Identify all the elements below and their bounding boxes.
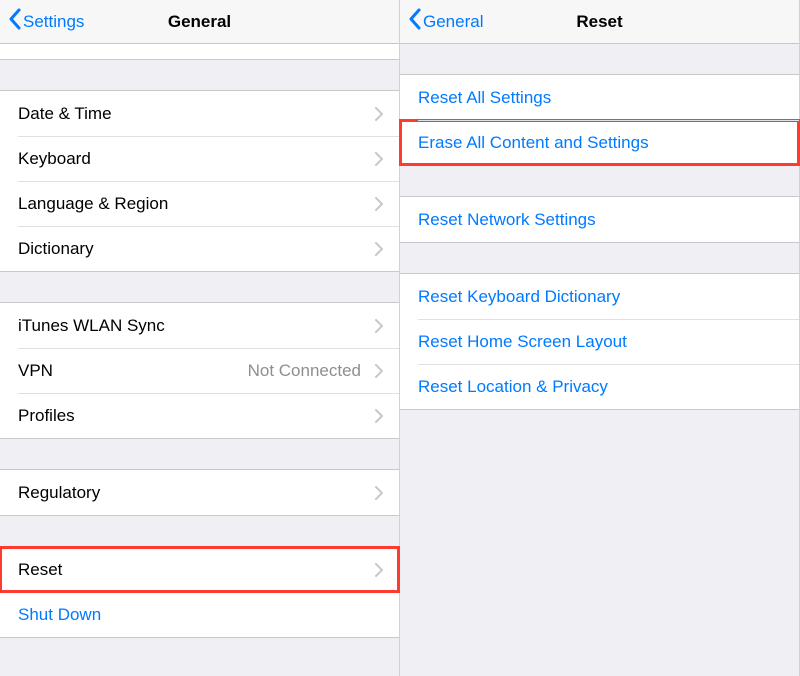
section-gap [400,166,799,196]
cell-shut-down[interactable]: Shut Down [0,592,399,637]
chevron-left-icon [8,8,21,35]
cell-itunes-wlan-sync[interactable]: iTunes WLAN Sync [0,303,399,348]
settings-group: Reset Shut Down [0,546,399,638]
section-gap [0,272,399,302]
general-list: Date & Time Keyboard Language & Region Dict… [0,44,399,638]
settings-group: iTunes WLAN Sync VPNNot Connected Profiles [0,302,399,439]
cell-label: Date & Time [18,104,369,124]
section-gap [400,243,799,273]
general-settings-pane: Settings General Date & Time Keyboard Lang… [0,0,400,676]
cell-label: Profiles [18,406,369,426]
cell-profiles[interactable]: Profiles [0,393,399,438]
cell-label: Reset Location & Privacy [418,377,783,397]
cell-label: Language & Region [18,194,369,214]
chevron-right-icon [375,107,383,121]
cell-label: iTunes WLAN Sync [18,316,369,336]
cell-label: Shut Down [18,605,383,625]
chevron-right-icon [375,364,383,378]
cell-language-region[interactable]: Language & Region [0,181,399,226]
cell-label: Regulatory [18,483,369,503]
back-button-general[interactable]: General [408,8,483,35]
cell-regulatory[interactable]: Regulatory [0,470,399,515]
cell-label: Reset Keyboard Dictionary [418,287,783,307]
cell-label: Reset All Settings [418,88,783,108]
cell-detail: Not Connected [248,361,361,381]
cell-dictionary[interactable]: Dictionary [0,226,399,271]
back-label: General [423,12,483,32]
chevron-right-icon [375,409,383,423]
chevron-right-icon [375,152,383,166]
navbar-reset: General Reset [400,0,799,44]
settings-group: Reset Keyboard Dictionary Reset Home Scre… [400,273,799,410]
chevron-right-icon [375,242,383,256]
cell-label: Reset [18,560,369,580]
cell-date-time[interactable]: Date & Time [0,91,399,136]
chevron-right-icon [375,197,383,211]
list-cutoff [0,44,399,60]
cell-reset-home-screen-layout[interactable]: Reset Home Screen Layout [400,319,799,364]
cell-label: Reset Home Screen Layout [418,332,783,352]
section-gap [0,60,399,90]
back-button-settings[interactable]: Settings [8,8,84,35]
section-gap [0,439,399,469]
settings-group: Reset All Settings Erase All Content and … [400,74,799,166]
cell-vpn[interactable]: VPNNot Connected [0,348,399,393]
cell-reset-network-settings[interactable]: Reset Network Settings [400,197,799,242]
cell-label: Erase All Content and Settings [418,133,783,153]
cell-keyboard[interactable]: Keyboard [0,136,399,181]
settings-group: Date & Time Keyboard Language & Region Dict… [0,90,399,272]
cell-label: VPN [18,361,248,381]
navbar-general: Settings General [0,0,399,44]
cell-reset-location-privacy[interactable]: Reset Location & Privacy [400,364,799,409]
settings-group: Regulatory [0,469,399,516]
cell-reset-all-settings[interactable]: Reset All Settings [400,75,799,120]
cell-reset[interactable]: Reset [0,547,399,592]
chevron-right-icon [375,563,383,577]
reset-list: Reset All Settings Erase All Content and … [400,44,799,410]
cell-reset-keyboard-dictionary[interactable]: Reset Keyboard Dictionary [400,274,799,319]
cell-label: Keyboard [18,149,369,169]
back-label: Settings [23,12,84,32]
section-gap [400,44,799,74]
section-gap [0,516,399,546]
cell-label: Reset Network Settings [418,210,783,230]
chevron-left-icon [408,8,421,35]
reset-settings-pane: General Reset Reset All Settings Erase Al… [400,0,800,676]
cell-erase-all-content-and-settings[interactable]: Erase All Content and Settings [400,120,799,165]
chevron-right-icon [375,486,383,500]
settings-group: Reset Network Settings [400,196,799,243]
cell-label: Dictionary [18,239,369,259]
chevron-right-icon [375,319,383,333]
